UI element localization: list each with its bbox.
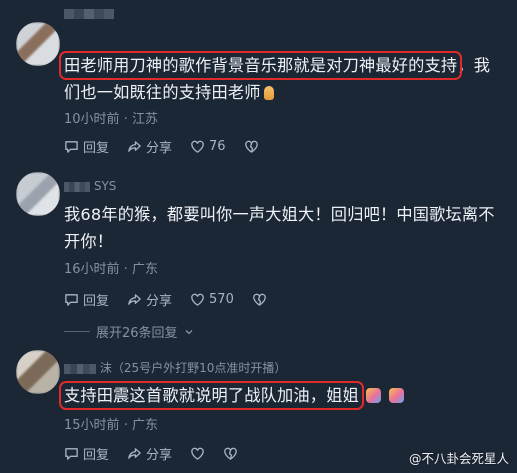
username-mosaic xyxy=(64,8,114,19)
dislike-button[interactable] xyxy=(223,446,238,461)
broken-heart-icon xyxy=(253,293,266,306)
share-button[interactable]: 分享 xyxy=(127,444,172,463)
avatar[interactable] xyxy=(16,172,60,216)
heart-icon xyxy=(191,293,204,306)
comment-location: 江苏 xyxy=(131,112,158,127)
dislike-button[interactable] xyxy=(244,139,259,154)
expand-replies-button[interactable]: 展开26条回复 xyxy=(64,322,194,341)
comment-text: 田老师用刀神的歌作背景音乐那就是对刀神最好的支持，我们也一如既往的支持田老师 xyxy=(58,51,504,106)
heart-icon xyxy=(191,447,204,460)
reply-icon xyxy=(65,294,78,306)
meta-separator: · xyxy=(123,418,128,433)
comment-meta: 10小时前 · 江苏 xyxy=(64,108,158,127)
share-label: 分享 xyxy=(146,448,173,463)
comment-location: 广东 xyxy=(131,418,158,433)
highlighted-text: 支持田震这首歌就说明了战队加油，姐姐 xyxy=(59,381,364,410)
comment-actions: 回复 分享 xyxy=(64,444,238,463)
comment-text: 我68年的猴，都要叫你一声大姐大！回归吧！中国歌坛离不开你！ xyxy=(64,205,495,251)
party-emoji xyxy=(366,388,382,403)
share-button[interactable]: 分享 xyxy=(127,137,172,156)
like-button[interactable] xyxy=(190,446,205,461)
avatar[interactable] xyxy=(16,22,60,66)
watermark: @不八卦会死星人 xyxy=(408,451,509,466)
comment-time: 10小时前 xyxy=(64,112,120,127)
comment-text: 支持田震这首歌就说明了战队加油，姐姐 xyxy=(59,381,504,410)
reply-label: 回复 xyxy=(83,294,110,309)
share-button[interactable]: 分享 xyxy=(127,290,172,309)
username-mosaic xyxy=(64,181,90,192)
like-button[interactable]: 76 xyxy=(190,139,226,154)
avatar[interactable] xyxy=(16,350,60,394)
share-label: 分享 xyxy=(146,294,173,309)
like-count: 570 xyxy=(209,292,234,307)
reply-button[interactable]: 回复 xyxy=(64,290,109,309)
comment-time: 16小时前 xyxy=(64,262,120,277)
username[interactable]: SYS xyxy=(64,179,116,193)
reply-icon xyxy=(65,448,78,460)
divider xyxy=(64,331,90,332)
reply-label: 回复 xyxy=(83,448,110,463)
like-count: 76 xyxy=(209,139,226,154)
party-emoji xyxy=(388,388,404,403)
expand-replies-label: 展开26条回复 xyxy=(96,326,178,341)
broken-heart-icon xyxy=(224,447,237,460)
comment-actions: 回复 分享 570 xyxy=(64,290,267,309)
comment-time: 15小时前 xyxy=(64,418,120,433)
username-text: 沫（25号户外打野10点准时开播） xyxy=(99,361,287,375)
hand-icon xyxy=(263,86,274,100)
comment-meta: 15小时前 · 广东 xyxy=(64,414,158,433)
comment-location: 广东 xyxy=(131,262,158,277)
meta-separator: · xyxy=(123,112,128,127)
username-censored[interactable] xyxy=(64,6,114,20)
meta-separator: · xyxy=(123,262,128,277)
highlighted-text: 田老师用刀神的歌作背景音乐那就是对刀神最好的支持 xyxy=(58,51,463,80)
reply-button[interactable]: 回复 xyxy=(64,444,109,463)
reply-label: 回复 xyxy=(83,141,110,156)
share-icon xyxy=(128,448,141,459)
chevron-down-icon xyxy=(185,329,193,334)
username-text: SYS xyxy=(93,179,117,193)
dislike-button[interactable] xyxy=(252,292,267,307)
reply-button[interactable]: 回复 xyxy=(64,137,109,156)
username[interactable]: 沫（25号户外打野10点准时开播） xyxy=(64,359,286,376)
share-icon xyxy=(128,141,141,152)
share-icon xyxy=(128,294,141,305)
broken-heart-icon xyxy=(244,140,258,153)
reply-icon xyxy=(65,141,78,153)
heart-icon xyxy=(191,140,204,153)
comment-meta: 16小时前 · 广东 xyxy=(64,258,158,277)
like-button[interactable]: 570 xyxy=(190,292,234,307)
comment-actions: 回复 分享 76 xyxy=(64,137,259,156)
share-label: 分享 xyxy=(146,141,173,156)
username-mosaic xyxy=(64,363,96,374)
